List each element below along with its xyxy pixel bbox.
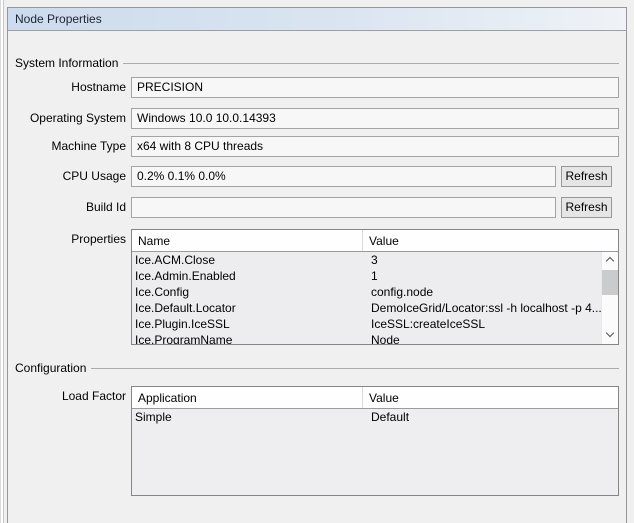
section-label-configuration: Configuration	[15, 361, 91, 375]
property-name-cell: Ice.Plugin.IceSSL	[132, 316, 364, 332]
table-row[interactable]: Ice.Plugin.IceSSL IceSSL:createIceSSL	[132, 316, 618, 332]
property-name-cell: Ice.ProgramName	[132, 332, 364, 344]
properties-vertical-scrollbar[interactable]	[601, 252, 618, 344]
operating-system-label: Operating System	[15, 108, 126, 129]
load-factor-column-header-value[interactable]: Value	[363, 387, 618, 408]
panel-title: Node Properties	[8, 8, 626, 31]
property-value-cell: 3	[364, 252, 618, 268]
property-name-cell: Ice.Config	[132, 284, 364, 300]
property-value-cell: DemoIceGrid/Locator:ssl -h localhost -p …	[364, 300, 618, 316]
operating-system-field[interactable]: Windows 10.0 10.0.14393	[131, 108, 619, 129]
cpu-usage-field[interactable]: 0.2% 0.1% 0.0%	[131, 166, 556, 187]
form-row-hostname: Hostname PRECISION	[15, 77, 619, 98]
load-factor-value-cell: Default	[364, 409, 618, 426]
section-rule	[123, 63, 619, 64]
chevron-up-icon	[605, 257, 613, 265]
properties-column-header-value[interactable]: Value	[363, 230, 618, 251]
load-factor-label: Load Factor	[15, 386, 126, 407]
scroll-down-button[interactable]	[602, 327, 619, 344]
machine-type-label: Machine Type	[15, 136, 126, 157]
table-row[interactable]: Ice.Config config.node	[132, 284, 618, 300]
section-system-information: System Information	[15, 56, 619, 70]
properties-table: Name Value Ice.ACM.Close 3 Ice.Admin.Ena…	[131, 229, 619, 345]
cpu-usage-label: CPU Usage	[15, 166, 126, 187]
load-factor-table-body: Simple Default	[132, 409, 618, 495]
table-row[interactable]: Ice.Default.Locator DemoIceGrid/Locator:…	[132, 300, 618, 316]
property-name-cell: Ice.ACM.Close	[132, 252, 364, 268]
hostname-label: Hostname	[15, 77, 126, 98]
table-row[interactable]: Ice.Admin.Enabled 1	[132, 268, 618, 284]
chevron-down-icon	[605, 329, 613, 337]
form-row-load-factor: Load Factor Application Value Simple Def…	[15, 386, 619, 496]
table-row[interactable]: Ice.ProgramName Node	[132, 332, 618, 344]
properties-table-body: Ice.ACM.Close 3 Ice.Admin.Enabled 1 Ice.…	[132, 252, 618, 344]
build-id-label: Build Id	[15, 197, 126, 218]
app-background: { "panel": { "title": "Node Properties" …	[0, 0, 634, 523]
cpu-usage-refresh-button[interactable]: Refresh	[561, 166, 612, 187]
split-pane-divider[interactable]	[0, 0, 4, 523]
property-name-cell: Ice.Admin.Enabled	[132, 268, 364, 284]
panel-content: System Information Hostname PRECISION Op…	[8, 56, 626, 496]
table-row[interactable]: Simple Default	[132, 409, 618, 426]
section-configuration: Configuration	[15, 361, 619, 375]
hostname-field[interactable]: PRECISION	[131, 77, 619, 98]
form-row-cpu-usage: CPU Usage 0.2% 0.1% 0.0% Refresh	[15, 166, 619, 187]
build-id-refresh-button[interactable]: Refresh	[561, 197, 612, 218]
scroll-up-button[interactable]	[602, 252, 619, 269]
properties-column-header-name[interactable]: Name	[132, 230, 363, 251]
property-name-cell: Ice.Default.Locator	[132, 300, 364, 316]
load-factor-table: Application Value Simple Default	[131, 386, 619, 496]
table-row[interactable]: Ice.ACM.Close 3	[132, 252, 618, 268]
property-value-cell: 1	[364, 268, 618, 284]
section-label-system-information: System Information	[15, 56, 123, 70]
form-row-machine-type: Machine Type x64 with 8 CPU threads	[15, 136, 619, 157]
property-value-cell: config.node	[364, 284, 618, 300]
build-id-field[interactable]	[131, 197, 556, 218]
properties-label: Properties	[15, 229, 126, 250]
load-factor-table-header: Application Value	[132, 387, 618, 409]
scrollbar-thumb[interactable]	[602, 270, 619, 295]
form-row-properties: Properties Name Value Ice.ACM.Close 3 Ic…	[15, 229, 619, 345]
load-factor-application-cell: Simple	[132, 409, 364, 426]
property-value-cell: IceSSL:createIceSSL	[364, 316, 618, 332]
form-row-operating-system: Operating System Windows 10.0 10.0.14393	[15, 108, 619, 129]
machine-type-field[interactable]: x64 with 8 CPU threads	[131, 136, 619, 157]
form-row-build-id: Build Id Refresh	[15, 197, 619, 218]
property-value-cell: Node	[364, 332, 618, 344]
section-rule	[91, 368, 619, 369]
load-factor-column-header-application[interactable]: Application	[132, 387, 363, 408]
node-properties-panel: Node Properties System Information Hostn…	[7, 7, 627, 523]
properties-table-header: Name Value	[132, 230, 618, 252]
